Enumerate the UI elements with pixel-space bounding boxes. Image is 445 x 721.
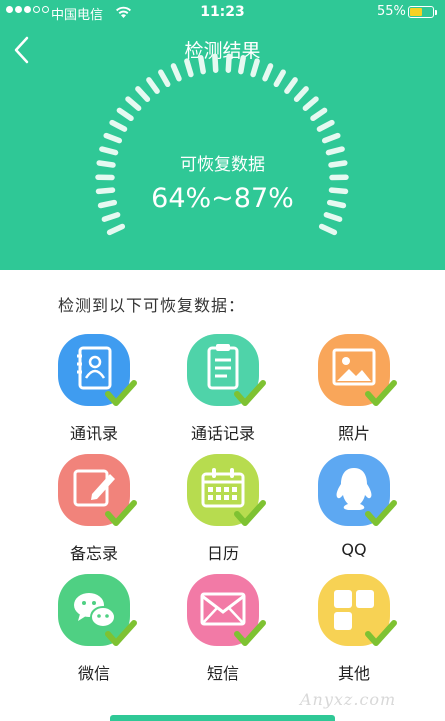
- data-type-item[interactable]: 日历: [163, 454, 283, 564]
- data-type-item[interactable]: 通话记录: [163, 334, 283, 444]
- gauge-tick: [170, 63, 182, 82]
- gauge-tick: [212, 53, 219, 73]
- sms-icon: [187, 574, 266, 646]
- data-type-label: 通话记录: [190, 424, 255, 443]
- data-type-label: 微信: [77, 664, 110, 683]
- gauge-tick: [310, 107, 328, 122]
- gauge-tick: [321, 132, 341, 144]
- other-icon: [318, 574, 397, 646]
- gauge-tick: [250, 58, 260, 78]
- data-type-label: QQ: [341, 540, 367, 559]
- data-type-item[interactable]: 备忘录: [34, 454, 154, 564]
- gauge-tick: [262, 63, 274, 82]
- gauge-tick: [318, 223, 338, 236]
- gauge-tick: [225, 53, 232, 73]
- watermark: Anyxz.com: [300, 690, 397, 709]
- recovery-gauge: [95, 53, 349, 236]
- data-type-label: 短信: [206, 664, 239, 683]
- data-type-label: 通讯录: [69, 424, 118, 443]
- gauge-tick: [198, 55, 206, 75]
- data-type-label: 照片: [337, 424, 370, 443]
- wechat-icon: [58, 574, 137, 646]
- memo-icon: [58, 454, 137, 526]
- gauge-tick: [293, 86, 309, 102]
- gauge-tick: [284, 77, 298, 94]
- gauge-tick: [125, 96, 142, 111]
- gauge-tick: [316, 119, 335, 132]
- data-type-item[interactable]: 短信: [163, 574, 283, 684]
- data-type-item[interactable]: 照片: [294, 334, 414, 444]
- photo-icon: [318, 334, 397, 406]
- gauge-tick: [158, 69, 171, 88]
- data-type-label: 日历: [206, 544, 239, 563]
- recoverable-data-label: 可恢复数据: [180, 155, 265, 175]
- gauge-tick: [109, 119, 128, 132]
- gauge-tick: [323, 212, 343, 222]
- gauge-tick: [106, 223, 126, 236]
- gauge-tick: [135, 86, 151, 102]
- bottom-action-bar[interactable]: [110, 715, 335, 721]
- data-type-item[interactable]: QQ: [294, 454, 414, 559]
- call-log-icon: [187, 334, 266, 406]
- gauge-tick: [103, 132, 123, 144]
- gauge-tick: [238, 55, 246, 75]
- gauge-tick: [302, 96, 319, 111]
- gauge-tick: [273, 69, 286, 88]
- gauge-tick: [146, 77, 160, 94]
- section-title: 检测到以下可恢复数据：: [58, 296, 246, 315]
- result-header: 中国电信 11:23 55% 检测结果 可恢复数据 64%~87%: [0, 0, 445, 270]
- gauge-tick: [116, 107, 134, 122]
- data-type-label: 其他: [337, 664, 370, 683]
- data-type-item[interactable]: 其他: [294, 574, 414, 684]
- gauge-tick: [101, 212, 121, 222]
- data-type-item[interactable]: 通讯录: [34, 334, 154, 444]
- calendar-icon: [187, 454, 266, 526]
- qq-icon: [318, 454, 397, 526]
- recoverable-percentage: 64%~87%: [151, 183, 294, 214]
- gauge-tick: [184, 58, 194, 78]
- contacts-icon: [58, 334, 137, 406]
- data-type-label: 备忘录: [69, 544, 118, 563]
- data-type-item[interactable]: 微信: [34, 574, 154, 684]
